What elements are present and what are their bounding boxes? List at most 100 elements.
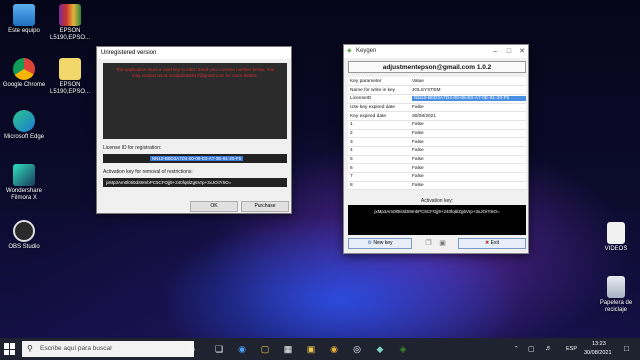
desktop-icon-epson-folder[interactable]: EPSON L5190,EPSO... [46, 58, 94, 96]
param-value[interactable]: False [410, 103, 526, 113]
parameters-table[interactable]: Key parameter Value Name for write in ke… [348, 77, 526, 191]
clock-time[interactable]: 13:23 [592, 341, 606, 347]
keygen-title: Keygen [356, 48, 377, 54]
param-value[interactable]: False [410, 120, 526, 130]
table-row[interactable]: 6 False [348, 163, 526, 174]
unregistered-dialog[interactable]: Unregistered version The application nee… [96, 46, 292, 214]
file-explorer-icon[interactable]: ▢ [258, 342, 272, 356]
volume-icon[interactable]: ♬ [545, 345, 552, 352]
new-key-button[interactable]: ⚙ New key [348, 238, 412, 249]
selected-value: NN10-B0D3A7D4-00-08-E0-A7-0E-91-20-F5 [412, 96, 526, 102]
exit-button[interactable]: ✖ Exit [458, 238, 526, 249]
search-icon: ⚲ [27, 344, 33, 353]
param-key: 7 [348, 172, 410, 182]
recycle-bin-icon [607, 276, 625, 298]
network-icon[interactable]: ▢ [528, 345, 535, 353]
param-key: Use key expired date [348, 103, 410, 113]
tray-chevron-icon[interactable]: ⌃ [514, 346, 519, 352]
desktop-icon-chrome[interactable]: Google Chrome [0, 58, 48, 89]
param-key: Name for write in key [348, 85, 410, 95]
activation-key-field[interactable]: jxMp3Am0l0Ii0dS9mbPC5CFOjj9+240fq6lZg6Vr… [103, 178, 287, 187]
table-row[interactable]: Use key expired date False [348, 103, 526, 113]
param-value[interactable]: False [410, 155, 526, 165]
param-key: 6 [348, 163, 410, 174]
ok-button[interactable]: OK [190, 201, 238, 212]
param-value[interactable]: False [410, 129, 526, 139]
dialog-title: Unregistered version [97, 47, 291, 59]
desktop-icon-recycle-bin[interactable]: Papelera de reciclaje [592, 276, 640, 314]
table-row[interactable]: Key expired date 30/08/2021 [348, 111, 526, 121]
param-value[interactable]: False [410, 172, 526, 182]
param-value[interactable]: NN10-B0D3A7D4-00-08-E0-A7-0E-91-20-F5 [410, 94, 526, 104]
desktop-icon-obs[interactable]: OBS Studio [0, 220, 48, 251]
table-row[interactable]: 8 False [348, 181, 526, 191]
archive-icon [59, 4, 81, 26]
maximize-icon[interactable]: □ [502, 45, 516, 58]
param-value[interactable]: False [410, 163, 526, 174]
param-key: 4 [348, 146, 410, 156]
notifications-icon[interactable]: □ [624, 344, 629, 353]
table-row[interactable]: 3 False [348, 137, 526, 147]
table-row[interactable]: 7 False [348, 172, 526, 182]
windows-start-icon[interactable] [4, 343, 16, 355]
cortana-icon[interactable]: ○ [186, 342, 200, 356]
store-icon[interactable]: ▦ [281, 342, 295, 356]
dialog-message: The application need a valid key to star… [103, 63, 287, 139]
chrome-taskbar-icon[interactable]: ◉ [327, 342, 341, 356]
activation-label: Activation key for removal of restrictio… [103, 169, 193, 175]
keygen-window[interactable]: ◈ Keygen – □ ✕ adjustmentepson@gmail.com… [343, 44, 529, 254]
key-icon: ⚙ [367, 240, 372, 246]
column-header: Key parameter [348, 77, 410, 87]
copy-icon[interactable]: ❐ [424, 239, 433, 248]
minimize-icon[interactable]: – [488, 45, 502, 58]
edge-taskbar-icon[interactable]: ◉ [235, 342, 249, 356]
keygen-taskbar-icon[interactable]: ◈ [396, 342, 410, 356]
folder-taskbar-icon[interactable]: ▣ [304, 342, 318, 356]
desktop-icon-epson-archive-1[interactable]: EPSON L5190,EPSO... [46, 4, 94, 42]
param-key: 3 [348, 137, 410, 147]
param-key: LicenseID [348, 94, 410, 104]
keygen-header: adjustmentepson@gmail.com 1.0.2 [348, 61, 526, 73]
filmora-taskbar-icon[interactable]: ◆ [373, 342, 387, 356]
param-value[interactable]: 30/08/2021 [410, 111, 526, 121]
license-id-field[interactable]: NN10-B0D3A7D4-00-08-E0-A7-0E-91-20-F5 [103, 154, 287, 163]
exit-icon: ✖ [485, 240, 490, 246]
param-value[interactable]: False [410, 137, 526, 147]
license-label: License ID for registration: [103, 145, 162, 151]
file-icon [607, 222, 625, 244]
keygen-app-icon: ◈ [347, 48, 352, 54]
computer-icon [13, 4, 35, 26]
param-value[interactable]: False [410, 181, 526, 191]
folder-icon [59, 58, 81, 80]
table-header-row: Key parameter Value [348, 77, 526, 87]
activation-key-output[interactable]: jxMp3Am0l0Ii0dS9mbPC5CFOjj9+240fq6lZg6Vr… [348, 205, 526, 235]
language-indicator[interactable]: ESP [566, 346, 577, 352]
save-icon[interactable]: ▣ [438, 239, 447, 248]
param-key: 2 [348, 129, 410, 139]
table-row[interactable]: 5 False [348, 155, 526, 165]
param-value[interactable]: JOLSYSTEM [410, 85, 526, 95]
param-value[interactable]: False [410, 146, 526, 156]
purchase-button[interactable]: Purchase [241, 201, 289, 212]
desktop-icon-filmora[interactable]: Wondershare Filmora X [0, 164, 48, 202]
table-row[interactable]: 4 False [348, 146, 526, 156]
param-key: 5 [348, 155, 410, 165]
table-row[interactable]: 1 False [348, 120, 526, 130]
filmora-icon [13, 164, 35, 186]
table-row[interactable]: LicenseID NN10-B0D3A7D4-00-08-E0-A7-0E-91… [348, 94, 526, 104]
obs-icon [13, 220, 35, 242]
clock-date[interactable]: 30/08/2021 [584, 350, 612, 356]
obs-taskbar-icon[interactable]: ◎ [350, 342, 364, 356]
keygen-titlebar[interactable]: ◈ Keygen – □ ✕ [344, 45, 528, 58]
column-header: Value [410, 77, 526, 87]
desktop-icon-edge[interactable]: Microsoft Edge [0, 110, 48, 141]
param-key: 1 [348, 120, 410, 130]
taskbar-search-box[interactable]: ⚲ Escribe aquí para buscar [22, 341, 194, 357]
table-row[interactable]: Name for write in key JOLSYSTEM [348, 85, 526, 95]
taskbar: ⚲ Escribe aquí para buscar ○ ❏ ◉ ▢ ▦ ▣ ◉… [0, 338, 640, 360]
desktop-icon-this-pc[interactable]: Este equipo [0, 4, 48, 35]
close-icon[interactable]: ✕ [515, 45, 529, 58]
table-row[interactable]: 2 False [348, 129, 526, 139]
task-view-icon[interactable]: ❏ [212, 342, 226, 356]
desktop-icon-videos[interactable]: VIDEOS [592, 222, 640, 253]
